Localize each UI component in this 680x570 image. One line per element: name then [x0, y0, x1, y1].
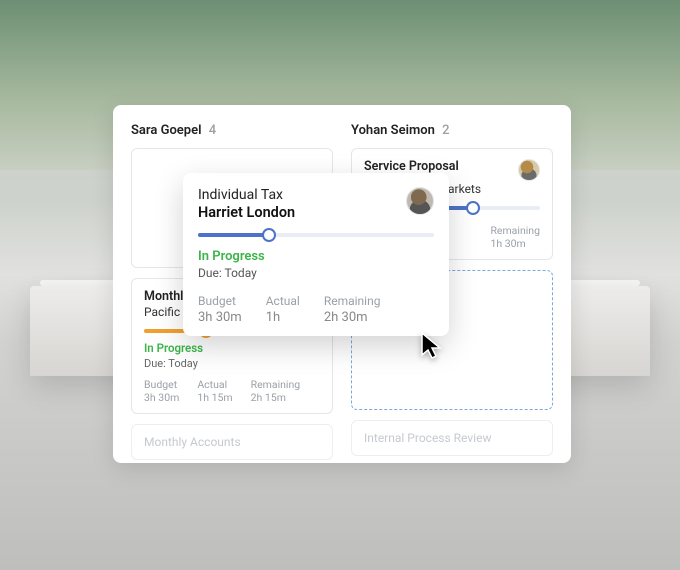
- card-due: Due: Today: [144, 357, 320, 370]
- metric-value: 2h 15m: [251, 391, 286, 404]
- metric-value: 2h 30m: [324, 310, 381, 325]
- column-name: Yohan Seimon: [351, 123, 435, 138]
- detail-title: Individual Tax: [198, 187, 295, 203]
- detail-due: Due: Today: [198, 266, 434, 280]
- progress-bar[interactable]: [198, 233, 434, 237]
- avatar: [406, 187, 434, 215]
- detail-status: In Progress: [198, 249, 434, 264]
- card-metrics: Budget 3h 30m Actual 1h 15m Remaining 2h…: [144, 378, 320, 404]
- column-header: Sara Goepel 4: [131, 123, 333, 138]
- card-ghost-right[interactable]: Internal Process Review: [351, 420, 553, 456]
- card-detail-popover[interactable]: Individual Tax Harriet London In Progres…: [183, 173, 449, 336]
- avatar: [518, 159, 540, 181]
- column-header: Yohan Seimon 2: [351, 123, 553, 138]
- ghost-title: Internal Process Review: [364, 431, 491, 445]
- metric-value: 3h 30m: [198, 310, 242, 325]
- metric-value: 1h: [266, 310, 300, 325]
- card-title: Service Proposal: [364, 159, 459, 174]
- metric-label: Actual: [266, 294, 300, 308]
- metric-value: 3h 30m: [144, 391, 179, 404]
- metric-label: Budget: [144, 378, 179, 391]
- column-name: Sara Goepel: [131, 123, 202, 138]
- metric-label: Remaining: [490, 224, 540, 237]
- metric-value: 1h 15m: [197, 391, 232, 404]
- detail-metrics: Budget 3h 30m Actual 1h Remaining 2h 30m: [198, 294, 434, 325]
- detail-name: Harriet London: [198, 204, 295, 221]
- column-count: 4: [209, 123, 216, 138]
- card-ghost-left[interactable]: Monthly Accounts: [131, 424, 333, 460]
- metric-value: 1h 30m: [490, 237, 525, 250]
- metric-label: Remaining: [251, 378, 301, 391]
- metric-label: Budget: [198, 294, 242, 308]
- metric-label: Remaining: [324, 294, 381, 308]
- ghost-title: Monthly Accounts: [144, 435, 241, 449]
- column-count: 2: [442, 123, 449, 138]
- metric-label: Actual: [197, 378, 232, 391]
- card-status: In Progress: [144, 341, 320, 355]
